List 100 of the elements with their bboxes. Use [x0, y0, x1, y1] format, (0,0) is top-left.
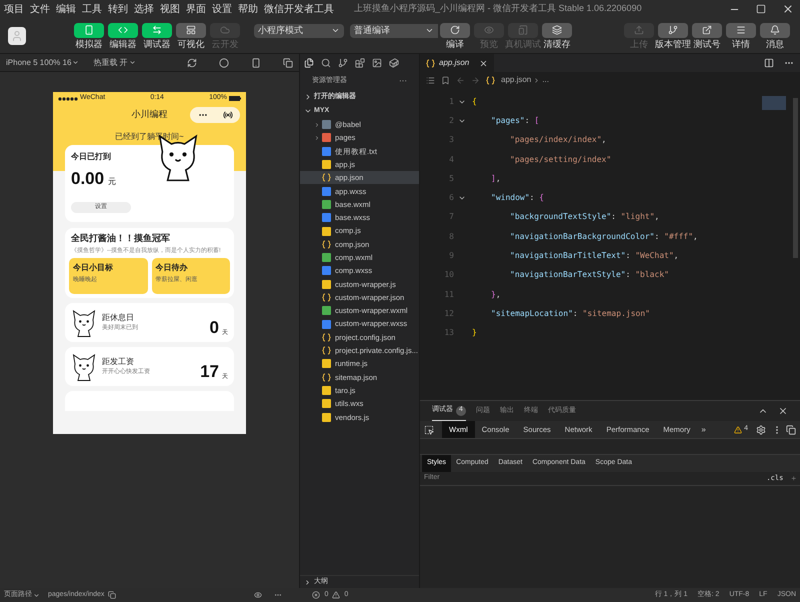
menu-item[interactable]: 项目 — [4, 2, 24, 16]
breadcrumb-item[interactable]: app.json — [501, 74, 532, 86]
battery-icon — [228, 96, 241, 101]
menu-item[interactable]: 设置 — [212, 2, 232, 16]
search-icon[interactable] — [321, 58, 331, 68]
extensions-icon[interactable] — [355, 58, 365, 68]
menu-item[interactable]: 工具 — [82, 2, 102, 16]
scrollbar[interactable] — [793, 98, 798, 258]
mode-select[interactable]: 小程序模式 — [254, 24, 344, 38]
breadcrumb-item[interactable]: ... — [542, 74, 549, 86]
code-line: { — [472, 96, 477, 108]
menu-item[interactable]: 微信开发者工具 — [264, 2, 334, 16]
bookmark-icon[interactable] — [441, 76, 450, 84]
copy-icon[interactable] — [108, 591, 116, 599]
upload-icon — [634, 25, 644, 35]
close-icon[interactable] — [782, 3, 794, 15]
goal-title: 今日小目标 — [73, 262, 114, 274]
caret-icon — [425, 26, 434, 35]
external-link-icon — [702, 25, 712, 35]
countdown-value: 17 — [200, 360, 219, 382]
braces-icon — [426, 58, 435, 68]
countdown-value: 0 — [210, 316, 219, 338]
hot-reload-toggle[interactable]: 热重载 开 — [93, 56, 136, 68]
braces-icon — [322, 173, 331, 182]
braces-icon — [322, 372, 331, 382]
branch-icon — [668, 25, 678, 35]
code-line: ], — [491, 172, 501, 185]
chevron-icon — [304, 578, 311, 586]
braces-icon — [322, 293, 331, 302]
code-line: "pages/setting/index" — [510, 154, 612, 166]
line-number: 13 — [444, 327, 454, 340]
settings-icon[interactable] — [756, 424, 766, 434]
code-line: "navigationBarTextStyle": "black" — [510, 269, 669, 282]
line-number: 8 — [449, 230, 454, 243]
cloud-icon — [220, 25, 230, 35]
line-number: 5 — [449, 172, 454, 185]
menu-item[interactable]: 帮助 — [238, 2, 258, 16]
list-icon[interactable] — [426, 76, 435, 84]
line-number: 1 — [449, 96, 454, 108]
inspect-icon[interactable] — [424, 424, 434, 434]
menu-item[interactable]: 编辑 — [56, 2, 76, 16]
currency-unit: 元 — [108, 176, 116, 188]
line-number: 9 — [449, 250, 454, 262]
branch-icon[interactable] — [338, 58, 348, 68]
target-icon — [222, 110, 232, 120]
earnings-amount: 0.00 — [71, 168, 104, 190]
menu-item[interactable]: 转到 — [108, 2, 128, 16]
editor-tab[interactable]: app.json — [420, 54, 494, 72]
layers-icon — [552, 25, 562, 35]
device-icon — [518, 25, 528, 35]
container-icon[interactable] — [389, 58, 399, 68]
capsule-button[interactable] — [190, 107, 240, 123]
minimap — [762, 96, 786, 110]
warning-icon — [332, 591, 340, 599]
bell-icon — [770, 25, 780, 35]
menu-item[interactable]: 文件 — [30, 2, 50, 16]
avatar[interactable] — [8, 26, 26, 44]
more-button[interactable]: ··· — [399, 75, 407, 87]
window-title: 上班摸鱼小程序源码_小川编程网 - 微信开发者工具 Stable 1.06.2206090 — [354, 2, 642, 16]
close-icon[interactable] — [479, 58, 488, 68]
caret-icon — [33, 592, 40, 598]
refresh-icon — [450, 25, 460, 35]
split-icon[interactable] — [764, 58, 774, 68]
line-number: 11 — [444, 288, 454, 301]
code-line: }, — [491, 288, 501, 301]
files-icon[interactable] — [304, 58, 314, 68]
code-line: } — [472, 327, 477, 340]
line-number: 10 — [444, 269, 454, 282]
braces-icon — [322, 240, 331, 249]
image-icon[interactable] — [372, 58, 382, 68]
code-line: "sitemapLocation": "sitemap.json" — [491, 308, 650, 320]
user-icon — [11, 30, 23, 42]
menu-icon — [736, 25, 746, 35]
device-select[interactable]: iPhone 5 100% 16 — [6, 56, 80, 68]
overflow-button[interactable]: » — [701, 424, 706, 436]
caret-icon — [128, 59, 136, 66]
menu-item[interactable]: 视图 — [160, 2, 180, 16]
caret-icon — [331, 26, 340, 35]
line-number: 3 — [449, 134, 454, 146]
layout-icon — [186, 25, 196, 35]
countdown-title: 距发工资 — [102, 356, 135, 368]
braces-icon — [322, 346, 331, 356]
motto-title: 全民打酱油！！摸鱼冠军 — [70, 232, 171, 244]
refresh-icon[interactable] — [187, 58, 197, 68]
goal-title: 今日待办 — [156, 262, 188, 274]
maximize-icon[interactable] — [756, 4, 766, 14]
windows-icon[interactable] — [283, 58, 293, 68]
record-icon[interactable] — [219, 58, 229, 68]
arrows-icon — [152, 25, 162, 35]
close-icon[interactable] — [778, 406, 788, 416]
error-icon — [312, 591, 320, 599]
menu-item[interactable]: 界面 — [186, 2, 206, 16]
undock-icon[interactable] — [786, 424, 796, 434]
compile-select[interactable]: 普通编译 — [350, 24, 438, 38]
eye-icon — [484, 25, 494, 35]
line-number: 4 — [449, 154, 454, 166]
line-number: 7 — [449, 211, 454, 224]
phone-icon[interactable] — [251, 58, 261, 68]
menu-item[interactable]: 选择 — [134, 2, 154, 16]
eye-icon[interactable] — [254, 591, 262, 599]
